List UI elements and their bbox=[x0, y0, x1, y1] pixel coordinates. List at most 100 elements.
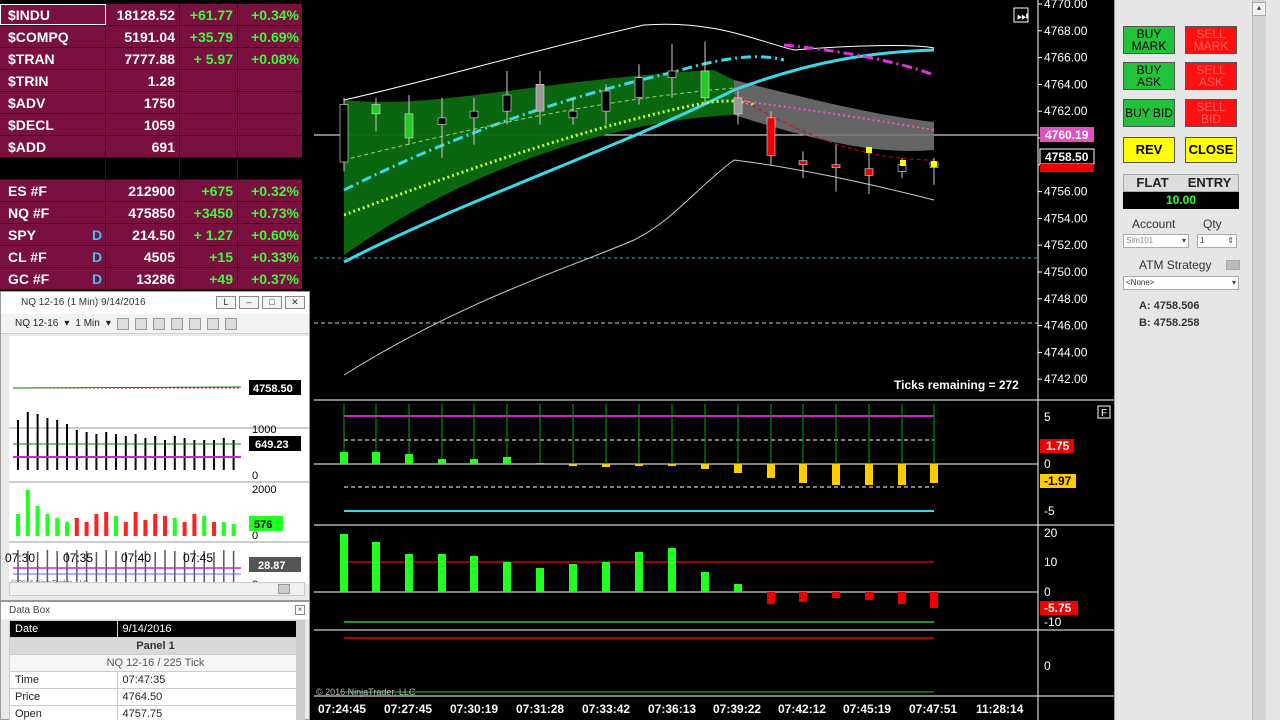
dropdown-icon[interactable]: ▾ bbox=[106, 318, 111, 329]
instrument-selector[interactable]: NQ 12-16 bbox=[15, 318, 58, 329]
close-position-button[interactable]: CLOSE bbox=[1185, 137, 1237, 163]
price-axis-label: 4744.00 bbox=[1044, 345, 1088, 359]
dropdown-icon[interactable]: ▾ bbox=[1182, 235, 1186, 247]
atm-strategy-label: ATM Strategy bbox=[1139, 258, 1212, 272]
account-select[interactable]: Sim101 ▾ bbox=[1123, 234, 1189, 248]
mini-chart-scrollbar[interactable] bbox=[9, 582, 305, 596]
p3-bar bbox=[372, 542, 380, 592]
strategies-icon[interactable] bbox=[206, 317, 219, 330]
p3-bar bbox=[767, 592, 775, 604]
mini-chart-titlebar[interactable]: NQ 12-16 (1 Min) 9/14/2016 L – □ ✕ bbox=[1, 292, 309, 314]
indicators-icon[interactable] bbox=[188, 317, 201, 330]
p3-axis-label: 0 bbox=[1044, 659, 1051, 673]
net-change-cell: +675 bbox=[180, 180, 238, 201]
close-icon[interactable]: × bbox=[295, 605, 305, 615]
p3-axis-label: 0 bbox=[1044, 585, 1051, 599]
market-row[interactable]: CL #F 4505 +15 +0.33% D bbox=[0, 246, 302, 268]
quantity-stepper[interactable]: 1 ⇕ bbox=[1197, 234, 1237, 248]
market-row[interactable]: $TRIN 1.28 bbox=[0, 70, 302, 92]
buy-ask-button[interactable]: BUY ASK bbox=[1123, 62, 1175, 90]
delta-bar bbox=[16, 514, 20, 536]
atm-settings-icon[interactable] bbox=[1226, 260, 1240, 270]
market-row[interactable]: $DECL 1059 bbox=[0, 114, 302, 136]
p3-bar bbox=[438, 554, 446, 592]
p2-bar bbox=[405, 454, 413, 464]
net-change-cell bbox=[180, 70, 238, 91]
dropdown-icon[interactable]: ▾ bbox=[64, 318, 69, 329]
mini-time-axis: 07:30 07:35 07:40 07:45 bbox=[5, 551, 213, 565]
market-row-empty[interactable] bbox=[0, 158, 302, 180]
sell-ask-button[interactable]: SELL ASK bbox=[1185, 62, 1237, 90]
p2-bar bbox=[701, 464, 709, 469]
market-row[interactable]: $ADV 1750 bbox=[0, 92, 302, 114]
reverse-button[interactable]: REV bbox=[1123, 137, 1175, 163]
p3-bar bbox=[470, 556, 478, 592]
qty-label: Qty bbox=[1203, 217, 1222, 231]
account-label: Account bbox=[1132, 217, 1176, 231]
mini-chart-plot[interactable]: 4758.5010000649.232000057628.870© 2016 N… bbox=[9, 336, 309, 584]
price-axis-label: 4746.00 bbox=[1044, 319, 1088, 333]
link-button[interactable]: L bbox=[216, 296, 236, 309]
percent-change-cell bbox=[238, 158, 302, 179]
scroll-thumb[interactable] bbox=[278, 584, 290, 594]
properties-icon[interactable] bbox=[224, 317, 237, 330]
interval-selector[interactable]: 1 Min bbox=[75, 318, 99, 329]
mini-chart-toolbar: NQ 12-16 ▾ 1 Min ▾ bbox=[1, 314, 309, 334]
market-row[interactable]: ES #F 212900 +675 +0.32% bbox=[0, 180, 302, 202]
mini-chart-window[interactable]: NQ 12-16 (1 Min) 9/14/2016 L – □ ✕ NQ 12… bbox=[0, 291, 310, 601]
qty-value: 1 bbox=[1200, 236, 1205, 245]
market-row[interactable]: $ADD 691 bbox=[0, 136, 302, 158]
atm-strategy-select[interactable]: <None> ▾ bbox=[1123, 276, 1239, 290]
symbol-cell: ES #F bbox=[0, 180, 106, 201]
crosshair-icon[interactable] bbox=[170, 317, 183, 330]
p2-bar bbox=[668, 464, 676, 466]
delta-bar bbox=[123, 522, 128, 536]
sell-mark-button[interactable]: SELL MARK bbox=[1185, 26, 1237, 54]
window-scrollbar[interactable]: ▴ bbox=[1248, 0, 1280, 720]
candle-body bbox=[535, 84, 545, 112]
delta-bar bbox=[84, 522, 89, 536]
chart-trader-panel: BUY MARK SELL MARK BUY ASK SELL ASK BUY … bbox=[1114, 0, 1248, 720]
percent-change-cell bbox=[238, 114, 302, 135]
data-box-scrollbar[interactable] bbox=[297, 620, 305, 720]
sell-bid-button[interactable]: SELL BID bbox=[1185, 99, 1237, 127]
close-button[interactable]: ✕ bbox=[285, 296, 305, 309]
mini-chart-title: NQ 12-16 (1 Min) 9/14/2016 bbox=[21, 297, 146, 308]
p2-bar bbox=[340, 452, 348, 464]
scroll-up-icon[interactable]: ▴ bbox=[1252, 2, 1266, 16]
buy-mark-button[interactable]: BUY MARK bbox=[1123, 26, 1175, 54]
delayed-indicator: D bbox=[92, 271, 103, 287]
last-price-cell: 4505 bbox=[106, 246, 180, 267]
last-price-cell: 1059 bbox=[106, 114, 180, 135]
position-value: 10.00 bbox=[1123, 192, 1239, 209]
p2-bar bbox=[865, 464, 873, 485]
stepper-arrows-icon[interactable]: ⇕ bbox=[1227, 235, 1234, 247]
p3-tag: -5.75 bbox=[1044, 601, 1072, 615]
market-row[interactable]: NQ #F 475850 +3450 +0.73% bbox=[0, 202, 302, 224]
pencil-icon[interactable] bbox=[134, 317, 147, 330]
symbol-cell: CL #F bbox=[0, 246, 106, 267]
data-box-title: Data Box bbox=[9, 605, 51, 616]
last-price-cell: 691 bbox=[106, 136, 180, 157]
dropdown-icon[interactable]: ▾ bbox=[1232, 277, 1236, 289]
minimize-button[interactable]: – bbox=[239, 296, 259, 309]
row-value: 4757.75 bbox=[116, 705, 297, 720]
last-price-cell: 5191.04 bbox=[106, 26, 180, 47]
scrollbar-track[interactable] bbox=[1252, 0, 1266, 720]
main-chart[interactable]: 4770.00 4768.00 4766.00 4764.00 4762.00 4760.… bbox=[314, 0, 1114, 720]
maximize-button[interactable]: □ bbox=[262, 296, 282, 309]
market-row[interactable]: $COMPQ 5191.04 +35.79 +0.69% bbox=[0, 26, 302, 48]
delta-bar bbox=[25, 490, 30, 536]
position-display: FLAT ENTRY 10.00 bbox=[1123, 174, 1239, 210]
market-row[interactable]: $TRAN 7777.88 + 5.97 +0.08% bbox=[0, 48, 302, 70]
ticks-remaining: Ticks remaining = 272 bbox=[894, 378, 1019, 392]
buy-bid-button[interactable]: BUY BID bbox=[1123, 99, 1175, 127]
market-row[interactable]: $INDU 18128.52 +61.77 +0.34% bbox=[0, 4, 302, 26]
time-label: 07:40 bbox=[121, 551, 151, 565]
p3-axis-label: 10 bbox=[1044, 555, 1058, 569]
market-row[interactable]: SPY 214.50 + 1.27 +0.60% D bbox=[0, 224, 302, 246]
market-row[interactable]: GC #F 13286 +49 +0.37% D bbox=[0, 268, 302, 290]
bar-type-icon[interactable] bbox=[116, 317, 129, 330]
time-axis-label: 07:45:19 bbox=[843, 702, 891, 716]
zoom-icon[interactable] bbox=[152, 317, 165, 330]
